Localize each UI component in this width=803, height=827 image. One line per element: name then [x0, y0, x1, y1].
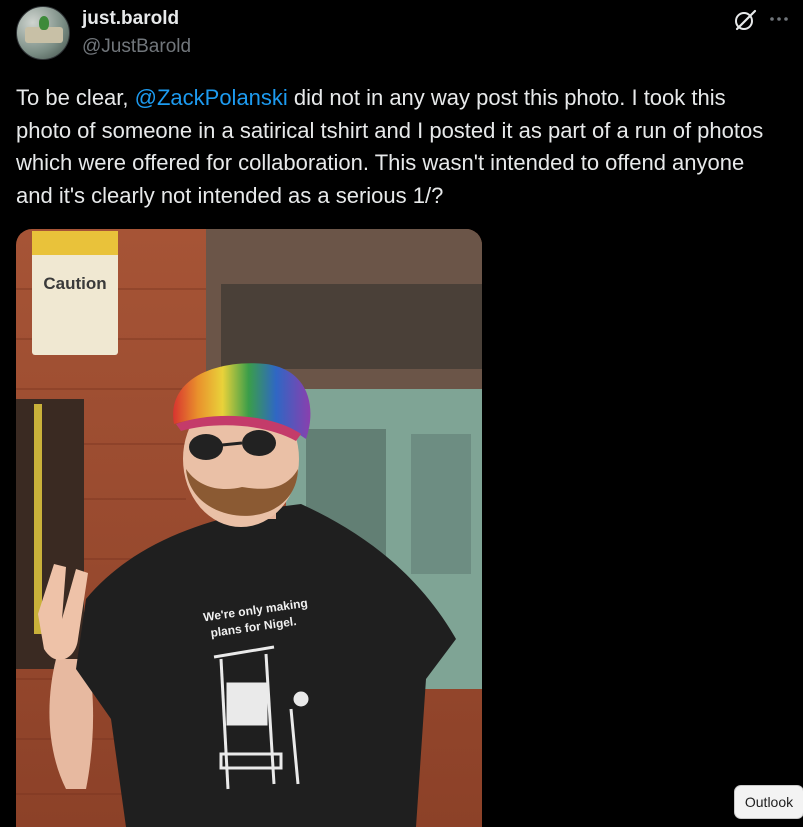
photo-door-panel-right — [411, 434, 471, 574]
outlook-button[interactable]: Outlook — [734, 785, 803, 819]
post-photo[interactable]: Caution We're only making plans for Nige… — [16, 229, 482, 827]
photo-window-yellow — [34, 404, 42, 634]
photo-shed-sign-board — [221, 284, 482, 369]
post-text: To be clear, @ZackPolanski did not in an… — [16, 82, 781, 212]
avatar[interactable] — [16, 6, 70, 60]
display-name[interactable]: just.barold — [82, 8, 179, 30]
photo-caution-text: Caution — [43, 274, 106, 293]
post-text-start: To be clear, — [16, 85, 135, 110]
mention-link[interactable]: @ZackPolanski — [135, 85, 288, 110]
more-icon[interactable] — [768, 8, 790, 30]
avatar-leaf-shape — [39, 16, 49, 30]
photo-caution-triangle-bg — [32, 231, 118, 255]
user-handle[interactable]: @JustBarold — [82, 36, 191, 58]
grok-icon[interactable] — [733, 8, 757, 32]
